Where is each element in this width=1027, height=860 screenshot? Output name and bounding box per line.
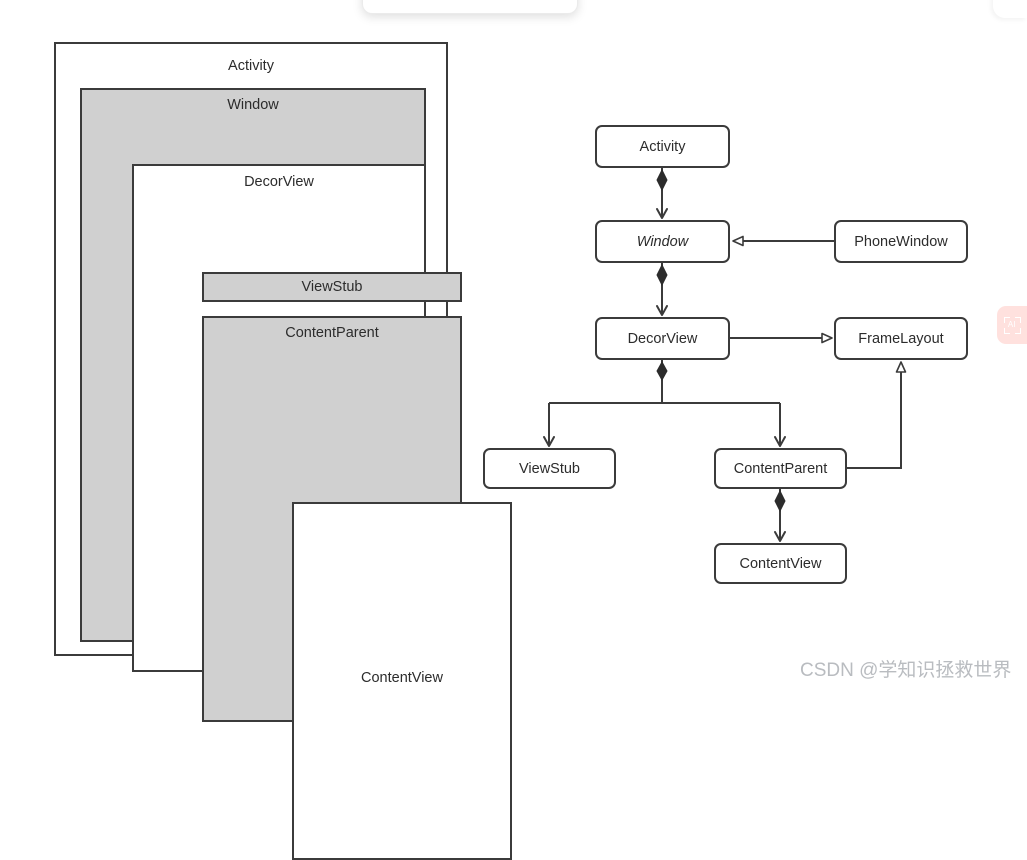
nesting-label-window: Window [227,97,279,113]
uml-node-contentview[interactable]: ContentView [714,543,847,584]
edge-window-decorview [656,263,668,316]
nesting-label-contentparent: ContentParent [285,325,379,341]
uml-node-contentparent[interactable]: ContentParent [714,448,847,489]
nesting-layer-contentview: ContentView [292,502,512,860]
ai-frame-icon: AI [1003,316,1021,334]
uml-node-activity-label: Activity [639,138,686,155]
edge-contentparent-framelayout [847,361,907,469]
edge-decorview-children [543,360,786,447]
nesting-layer-activity: Activity Window DecorView ViewStub Conte… [54,42,512,860]
uml-node-phonewindow-label: PhoneWindow [854,233,948,250]
uml-node-decorview[interactable]: DecorView [595,317,730,360]
uml-node-contentview-label: ContentView [739,555,822,572]
uml-node-contentparent-label: ContentParent [733,460,828,477]
nesting-layer-contentparent: ContentParent ContentView [202,316,512,860]
uml-node-decorview-label: DecorView [627,330,698,347]
nesting-label-contentview: ContentView [361,670,443,686]
uml-node-activity[interactable]: Activity [595,125,730,168]
ai-assistant-toolbar[interactable]: Explain ··· [362,0,578,14]
nesting-layer-viewstub: ViewStub [202,272,462,302]
view-hierarchy-nesting-diagram: Activity Window DecorView ViewStub Conte… [54,42,512,860]
uml-node-window[interactable]: Window [595,220,730,263]
composition-diamond-icon [774,489,786,513]
uml-node-viewstub-label: ViewStub [519,460,580,477]
nesting-label-activity: Activity [228,58,274,74]
uml-node-viewstub[interactable]: ViewStub [483,448,616,489]
nesting-label-viewstub: ViewStub [301,279,363,295]
nesting-label-decorview: DecorView [244,174,314,190]
ai-side-badge[interactable]: AI [997,306,1027,344]
top-right-panel-sliver [993,0,1027,18]
watermark: CSDN @学知识拯救世界 [800,660,1012,681]
uml-node-framelayout-label: FrameLayout [858,330,944,347]
composition-diamond-icon [656,360,668,382]
ai-badge-label: AI [1007,320,1017,329]
uml-node-phonewindow[interactable]: PhoneWindow [834,220,968,263]
nesting-layer-window: Window DecorView ViewStub ContentParent … [80,88,512,860]
composition-diamond-icon [656,263,668,287]
nesting-layer-decorview: DecorView ViewStub ContentParent Content… [132,164,512,860]
uml-node-window-label: Window [636,233,689,250]
composition-diamond-icon [656,168,668,192]
uml-node-framelayout[interactable]: FrameLayout [834,317,968,360]
edge-activity-window [656,168,668,219]
edge-contentparent-contentview [774,489,786,542]
